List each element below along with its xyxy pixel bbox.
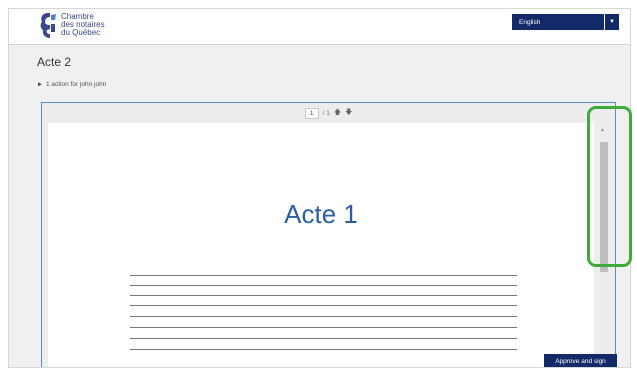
language-value: English	[519, 18, 541, 26]
document-line	[130, 275, 517, 276]
document-heading: Acte 1	[284, 199, 358, 229]
arrow-up-icon[interactable]: 🡅	[334, 108, 341, 119]
document-line	[130, 327, 517, 328]
arrow-down-icon[interactable]: 🡇	[345, 108, 352, 119]
logo[interactable]: Chambre des notaires du Québec	[38, 12, 105, 40]
header: Chambre des notaires du Québec English ▼	[9, 9, 630, 45]
approve-and-sign-button[interactable]: Approve and sign	[544, 354, 617, 367]
document-line	[130, 305, 517, 306]
page-number-input[interactable]: 1	[304, 107, 319, 119]
language-select[interactable]: English ▼	[512, 14, 619, 30]
document-line	[130, 349, 517, 350]
document-viewer: 1 / 1 🡅 🡇 Acte 1 ▲	[41, 102, 616, 367]
logo-mark	[40, 13, 56, 38]
viewer-toolbar: 1 / 1 🡅 🡇	[42, 103, 615, 123]
page-title: Acte 2	[37, 55, 72, 69]
document-page: Acte 1	[48, 123, 594, 367]
logo-line-3: du Québec	[61, 28, 101, 37]
scrollbar-highlight	[587, 106, 632, 267]
app-window: Chambre des notaires du Québec English ▼…	[8, 8, 631, 368]
expand-triangle-icon: ►	[37, 81, 43, 88]
document-line	[130, 316, 517, 317]
page-total: / 1	[322, 109, 330, 117]
action-label: 1 action for john john	[45, 81, 107, 88]
document-line	[130, 295, 517, 296]
document-line	[130, 338, 517, 339]
logo-text: Chambre des notaires du Québec	[61, 13, 105, 37]
chevron-down-icon[interactable]: ▼	[604, 14, 619, 30]
action-toggle[interactable]: ► 1 action for john john	[37, 81, 106, 88]
document-line	[130, 285, 517, 286]
